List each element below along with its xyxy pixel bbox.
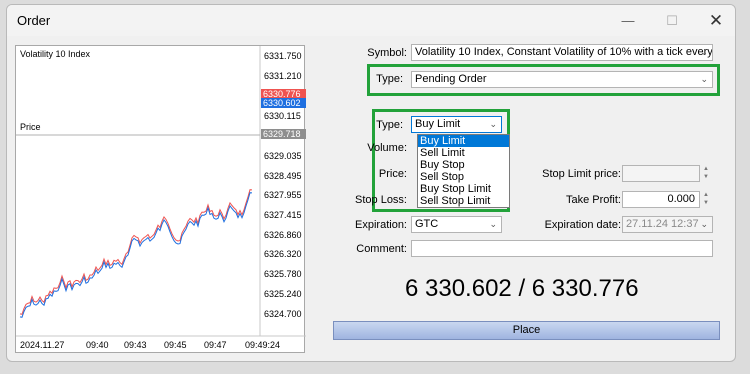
order-window: Order — ☐ ✕ Volatility 10 Index Price 63… xyxy=(6,4,736,362)
order-type-value: Pending Order xyxy=(415,73,487,85)
y-tick: 6324.700 xyxy=(264,309,302,319)
symbol-select[interactable]: Volatility 10 Index, Constant Volatility… xyxy=(411,44,713,61)
minimize-button[interactable]: — xyxy=(606,5,650,36)
expiration-value: GTC xyxy=(415,218,439,230)
expiration-select[interactable]: GTC ⌄ xyxy=(411,216,502,233)
stop-limit-price-input[interactable] xyxy=(622,165,700,182)
x-tick: 2024.11.27 xyxy=(20,340,65,350)
take-profit-input[interactable]: 0.000 xyxy=(622,191,700,208)
chevron-down-icon: ⌄ xyxy=(489,219,497,229)
dropdown-option[interactable]: Buy Limit xyxy=(418,135,509,147)
ask-series-line xyxy=(19,189,253,315)
expiration-date-value: 27.11.24 12:37 xyxy=(626,218,699,230)
type-label: Type: xyxy=(376,73,403,85)
bid-price-tag: 6330.602 xyxy=(261,98,306,108)
stop-loss-label: Stop Loss: xyxy=(355,194,407,206)
expiration-date-label: Expiration date: xyxy=(544,219,621,231)
chevron-down-icon: ⌄ xyxy=(700,219,708,229)
x-tick: 09:45 xyxy=(164,340,187,350)
y-tick: 6331.210 xyxy=(264,71,302,81)
subtype-label: Type: xyxy=(376,119,403,131)
y-tick: 6325.240 xyxy=(264,289,302,299)
x-tick: 09:40 xyxy=(86,340,109,350)
y-tick: 6328.495 xyxy=(264,171,302,181)
x-tick: 09:49:24 xyxy=(245,340,281,350)
window-title: Order xyxy=(17,13,51,28)
comment-label: Comment: xyxy=(356,243,407,255)
bid-ask-quote: 6 330.602 / 6 330.776 xyxy=(405,275,639,302)
y-tick: 6327.415 xyxy=(264,210,302,220)
title-bar: Order — ☐ ✕ xyxy=(7,5,735,36)
y-tick: 6325.780 xyxy=(264,269,302,279)
y-tick: 6331.750 xyxy=(264,51,302,61)
price-line-tag: 6329.718 xyxy=(261,129,306,139)
close-button[interactable]: ✕ xyxy=(694,5,735,36)
chart-symbol: Volatility 10 Index xyxy=(20,49,91,59)
dropdown-option[interactable]: Buy Stop Limit xyxy=(418,183,509,195)
chart-price-label: Price xyxy=(20,122,41,132)
comment-input[interactable] xyxy=(411,240,713,257)
chevron-down-icon: ⌄ xyxy=(700,74,708,84)
expiration-label: Expiration: xyxy=(355,219,407,231)
bid-series-line xyxy=(19,192,253,318)
dropdown-option[interactable]: Buy Stop xyxy=(418,159,509,171)
tick-chart: Volatility 10 Index Price 6331.750 6331.… xyxy=(15,45,306,353)
take-profit-label: Take Profit: xyxy=(565,194,621,206)
x-tick: 09:43 xyxy=(124,340,147,350)
stop-limit-price-label: Stop Limit price: xyxy=(542,168,621,180)
x-tick: 09:47 xyxy=(204,340,227,350)
volume-label: Volume: xyxy=(367,142,407,154)
chevron-down-icon: ⌄ xyxy=(489,119,497,129)
chevron-down-icon: ⌄ xyxy=(700,47,708,57)
price-label: Price: xyxy=(378,168,407,180)
y-tick: 6326.320 xyxy=(264,249,302,259)
stop-limit-spinner[interactable]: ▲ ▼ xyxy=(701,165,711,182)
pending-type-dropdown: Buy Limit Sell Limit Buy Stop Sell Stop … xyxy=(417,134,510,208)
order-type-select[interactable]: Pending Order ⌄ xyxy=(411,71,713,88)
symbol-value: Volatility 10 Index, Constant Volatility… xyxy=(415,46,713,58)
symbol-label: Symbol: xyxy=(367,47,407,59)
pending-type-value: Buy Limit xyxy=(415,118,461,130)
dropdown-option[interactable]: Sell Stop Limit xyxy=(418,195,509,207)
place-button[interactable]: Place xyxy=(333,321,720,340)
y-tick: 6329.035 xyxy=(264,151,302,161)
y-tick: 6326.860 xyxy=(264,230,302,240)
maximize-button[interactable]: ☐ xyxy=(650,5,694,36)
take-profit-spinner[interactable]: ▲ ▼ xyxy=(701,191,711,208)
pending-type-select[interactable]: Buy Limit ⌄ xyxy=(411,116,502,133)
y-tick: 6327.955 xyxy=(264,190,302,200)
y-tick: 6330.115 xyxy=(264,111,301,121)
dropdown-option[interactable]: Sell Limit xyxy=(418,147,509,159)
expiration-date-select[interactable]: 27.11.24 12:37 ⌄ xyxy=(622,216,713,233)
dropdown-option[interactable]: Sell Stop xyxy=(418,171,509,183)
